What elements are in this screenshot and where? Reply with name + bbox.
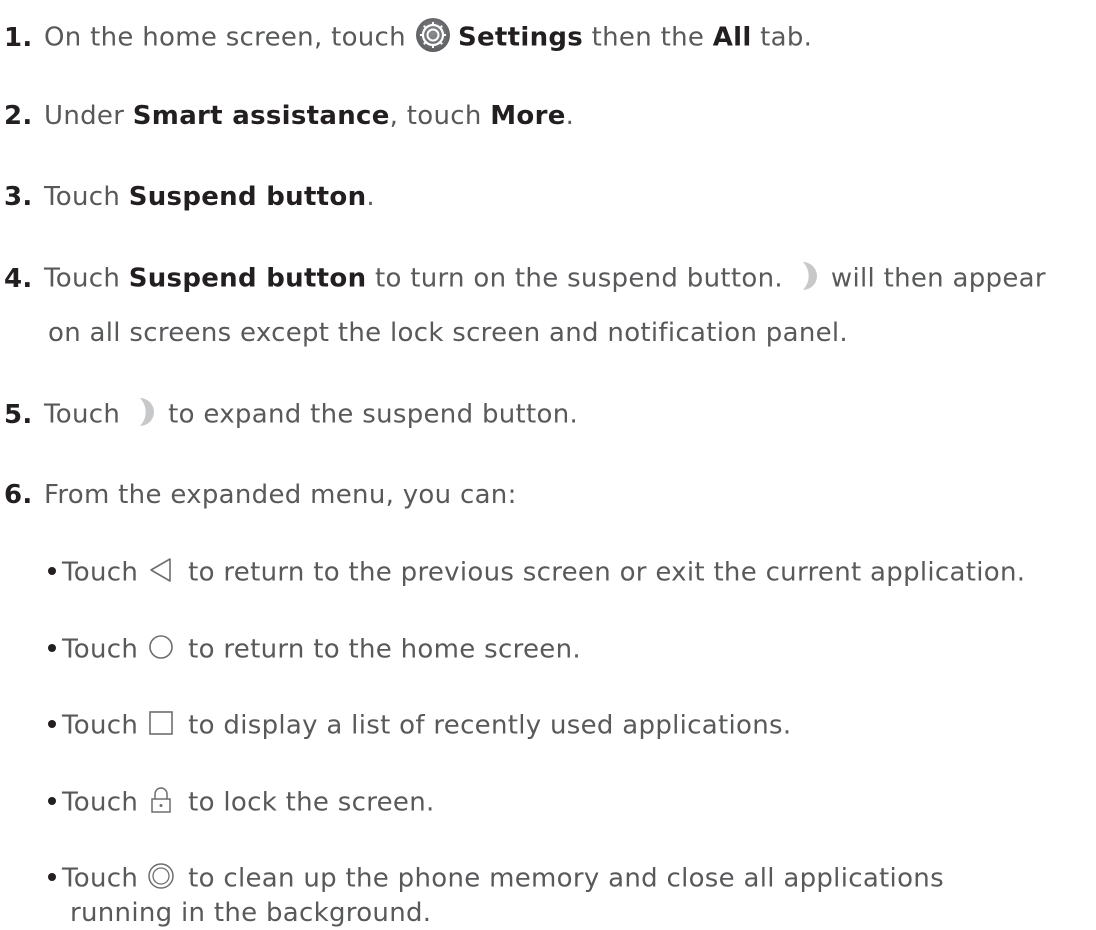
bullet — [48, 644, 56, 652]
option-text: to lock the screen. — [188, 787, 435, 818]
option-home: Touch to return to the home screen. — [48, 632, 581, 668]
step-6: 6. From the expanded menu, you can: — [0, 478, 517, 512]
option-lock: Touch to lock the screen. — [48, 785, 435, 821]
home-circle-icon — [146, 632, 176, 662]
step-4: 4. Touch Suspend button to turn on the su… — [0, 261, 1046, 297]
suspend-button-icon — [799, 261, 821, 291]
step-text: , touch — [389, 101, 482, 131]
step-text: From the expanded menu, you can: — [44, 480, 517, 510]
option-back: Touch to return to the previous screen or… — [48, 555, 1025, 591]
option-text: Touch — [62, 710, 139, 741]
bullet — [48, 567, 56, 575]
step-3: 3. Touch Suspend button. — [0, 180, 375, 214]
option-text: to display a list of recently used appli… — [188, 710, 792, 741]
step-number: 1. — [4, 22, 33, 53]
recent-square-icon — [146, 708, 176, 738]
bullet — [48, 797, 56, 805]
lock-icon — [146, 785, 176, 815]
suspend-button-label: Suspend button — [128, 182, 367, 212]
step-text: Under — [44, 101, 125, 131]
option-recent: Touch to display a list of recently used … — [48, 708, 791, 744]
step-number: 4. — [4, 263, 33, 294]
step-1: 1. On the home screen, touch Settings then… — [0, 18, 812, 58]
step-text: Touch — [44, 263, 121, 294]
step-number: 2. — [4, 101, 33, 131]
instructions-document: 1. On the home screen, touch Settings then… — [0, 0, 1096, 928]
step-text: On the home screen, touch — [44, 22, 406, 53]
option-text: to return to the previous screen or exit… — [188, 557, 1026, 588]
step-text: tab. — [760, 22, 813, 53]
step-2: 2. Under Smart assistance, touch More. — [0, 99, 574, 133]
step-text: will then appear — [830, 263, 1046, 294]
step-text: Touch — [44, 399, 121, 430]
option-text: Touch — [62, 634, 139, 665]
option-text: Touch — [62, 557, 139, 588]
settings-gear-icon — [415, 18, 450, 52]
bullet — [48, 720, 56, 728]
suspend-button-label: Suspend button — [128, 263, 367, 294]
option-text: Touch — [62, 787, 139, 818]
option-text: to return to the home screen. — [188, 634, 581, 665]
settings-label: Settings — [457, 22, 584, 53]
bullet — [48, 873, 56, 881]
step-text: Touch — [44, 182, 121, 212]
suspend-button-icon — [136, 397, 158, 427]
step-number: 5. — [4, 399, 33, 430]
smart-assistance-label: Smart assistance — [132, 101, 390, 131]
step-text: to expand the suspend button. — [168, 399, 579, 430]
step-4-continuation: on all screens except the lock screen an… — [48, 318, 848, 348]
back-triangle-icon — [146, 555, 176, 585]
option-text: to clean up the phone memory and close a… — [188, 863, 944, 894]
step-number: 3. — [4, 182, 33, 212]
option-text: Touch — [62, 863, 139, 894]
step-text: . — [565, 101, 575, 131]
step-5: 5. Touch to expand the suspend button. — [0, 397, 578, 433]
clean-memory-icon — [146, 861, 176, 891]
step-text: to turn on the suspend button. — [374, 263, 783, 294]
option-clean: Touch to clean up the phone memory and cl… — [48, 861, 944, 897]
option-clean-continuation: running in the background. — [70, 898, 432, 928]
all-tab-label: All — [712, 22, 752, 53]
step-text: then the — [591, 22, 705, 53]
step-text: . — [366, 182, 375, 212]
more-label: More — [490, 101, 566, 131]
step-number: 6. — [4, 480, 33, 510]
